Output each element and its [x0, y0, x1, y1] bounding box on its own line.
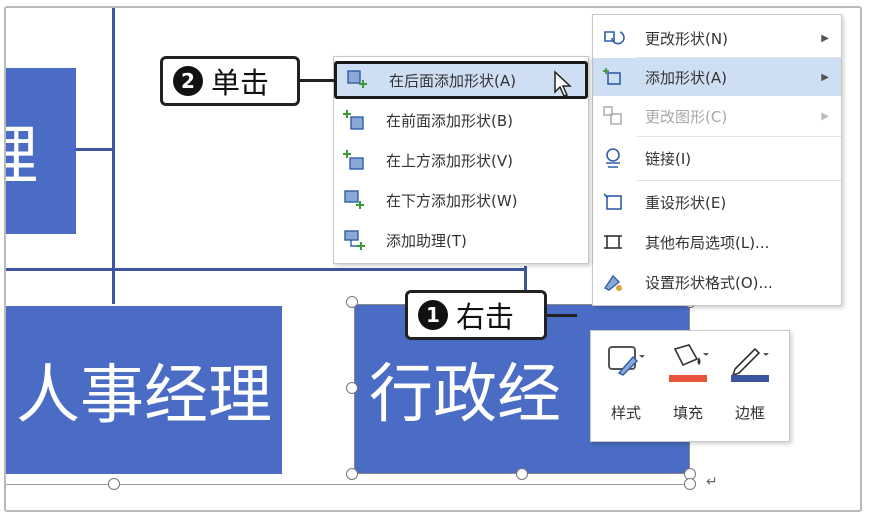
- menu-item-label: 重设形状(E): [645, 193, 727, 212]
- callout-pointer-line: [547, 314, 577, 317]
- step-number-badge: 2: [173, 66, 203, 96]
- resize-handle[interactable]: [516, 468, 528, 480]
- callout-text: 右击: [456, 300, 515, 334]
- menu-item-change-graphic[interactable]: 更改图形(C) ▶: [593, 97, 841, 135]
- resize-handle[interactable]: [346, 468, 358, 480]
- hr-manager-box[interactable]: 人事经理: [6, 306, 282, 474]
- submenu-arrow-icon: ▶: [821, 71, 829, 83]
- menu-item-add-shape[interactable]: 添加形状(A) ▶: [593, 58, 841, 96]
- menu-item-label: 在前面添加形状(B): [386, 111, 513, 130]
- submenu-arrow-icon: ▶: [821, 110, 829, 122]
- resize-handle[interactable]: [684, 478, 696, 490]
- resize-handle[interactable]: [108, 478, 120, 490]
- resize-handle[interactable]: [346, 382, 358, 394]
- add-below-icon: [344, 190, 364, 209]
- menu-item-label: 在上方添加形状(V): [386, 151, 513, 170]
- resize-handle[interactable]: [346, 296, 358, 308]
- style-label: 样式: [610, 404, 641, 422]
- menu-item-label: 添加助理(T): [386, 231, 467, 250]
- menu-item-label: 其他布局选项(L)...: [645, 233, 770, 252]
- mouse-cursor-icon: [554, 70, 572, 97]
- change-shape-icon: [604, 31, 625, 45]
- callout-step-1: 1 右击: [405, 290, 547, 340]
- add-shape-submenu: 在后面添加形状(A) 在前面添加形状(B) 在上方添加形状(V) 在下方添加形状…: [333, 56, 589, 264]
- link-icon: [606, 148, 620, 168]
- callout-pointer-line: [300, 79, 334, 82]
- menu-item-label: 在后面添加形状(A): [389, 71, 516, 90]
- paragraph-mark-icon: ↵: [706, 474, 718, 490]
- menu-item-label: 更改图形(C): [645, 107, 728, 126]
- menu-divider: [637, 136, 841, 137]
- connector-line: [112, 8, 115, 304]
- menu-item-label: 链接(I): [645, 149, 692, 168]
- menu-item-label: 在下方添加形状(W): [386, 191, 518, 210]
- menu-item-label: 添加形状(A): [645, 68, 727, 87]
- menu-item-link[interactable]: 链接(I): [593, 139, 841, 177]
- add-before-icon: [343, 110, 364, 130]
- step-number-badge: 1: [418, 300, 448, 330]
- border-button[interactable]: 边框: [723, 339, 777, 429]
- callout-step-2: 2 单击: [160, 56, 300, 106]
- add-above-icon: [343, 150, 364, 170]
- box-text: 行政经: [369, 358, 561, 432]
- menu-item-layout-options[interactable]: 其他布局选项(L)...: [593, 223, 841, 261]
- menu-item-label: 设置形状格式(O)...: [645, 273, 773, 292]
- menu-item-reset-shape[interactable]: 重设形状(E): [593, 183, 841, 221]
- fill-button[interactable]: 填充: [661, 339, 715, 429]
- layout-options-icon: [604, 235, 622, 249]
- border-label: 边框: [734, 404, 765, 422]
- submenu-item-add-below[interactable]: 在下方添加形状(W): [334, 181, 588, 219]
- submenu-item-add-before[interactable]: 在前面添加形状(B): [334, 101, 588, 139]
- add-shape-icon: [603, 68, 621, 85]
- format-shape-icon: [603, 274, 622, 291]
- callout-text: 单击: [211, 66, 270, 100]
- menu-item-format-shape[interactable]: 设置形状格式(O)...: [593, 263, 841, 301]
- connector-line: [76, 148, 114, 151]
- fill-icon: [669, 344, 709, 382]
- menu-item-label: 更改形状(N): [645, 29, 728, 48]
- submenu-item-add-after[interactable]: 在后面添加形状(A): [334, 61, 588, 99]
- partial-box-top[interactable]: 理: [6, 68, 76, 234]
- submenu-arrow-icon: ▶: [821, 32, 829, 44]
- menu-item-change-shape[interactable]: 更改形状(N) ▶: [593, 19, 841, 57]
- box-text: 理: [6, 105, 38, 197]
- add-after-icon: [347, 70, 367, 88]
- submenu-item-add-above[interactable]: 在上方添加形状(V): [334, 141, 588, 179]
- change-graphic-icon: [603, 106, 622, 125]
- border-icon: [731, 347, 769, 382]
- menu-divider: [637, 180, 841, 181]
- add-assistant-icon: [344, 230, 365, 250]
- context-menu: 更改形状(N) ▶ 添加形状(A) ▶ 更改图形(C) ▶ 链接(I) 重设形状…: [592, 14, 842, 306]
- submenu-item-add-assistant[interactable]: 添加助理(T): [334, 221, 588, 259]
- fill-label: 填充: [672, 404, 703, 422]
- reset-shape-icon: [603, 193, 622, 210]
- style-icon: [608, 346, 645, 376]
- mini-toolbar: 样式 填充 边框: [590, 330, 790, 442]
- box-text: 人事经理: [16, 359, 272, 433]
- connector-line: [6, 268, 526, 271]
- style-button[interactable]: 样式: [599, 339, 653, 429]
